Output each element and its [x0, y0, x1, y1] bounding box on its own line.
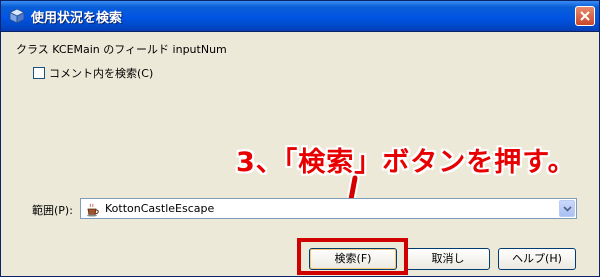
- scope-value: KottonCastleEscape: [105, 202, 215, 215]
- field-description: クラス KCEMain のフィールド inputNum: [16, 43, 227, 56]
- coffee-cup-project-icon: [86, 202, 100, 217]
- title-bar[interactable]: 使用状況を検索: [1, 1, 599, 32]
- scope-dropdown[interactable]: KottonCastleEscape: [80, 198, 577, 219]
- cancel-button[interactable]: 取消し: [406, 248, 490, 270]
- search-button-highlight: [297, 238, 408, 275]
- window-title: 使用状況を検索: [31, 11, 123, 26]
- close-button[interactable]: [575, 6, 595, 26]
- scope-dropdown-button[interactable]: [559, 200, 575, 217]
- chevron-down-icon: [563, 206, 572, 212]
- comment-search-checkbox[interactable]: [33, 67, 45, 79]
- comment-search-label: コメント内を検索(C): [49, 67, 154, 80]
- help-button[interactable]: ヘルプ(H): [498, 248, 576, 270]
- comment-search-option[interactable]: コメント内を検索(C): [33, 65, 153, 81]
- instruction-annotation: 3、「検索」ボタンを押す。: [236, 147, 576, 178]
- dialog-body: クラス KCEMain のフィールド inputNum コメント内を検索(C) …: [4, 32, 596, 275]
- close-icon: [580, 11, 590, 21]
- scope-label: 範囲(P):: [32, 204, 73, 217]
- dialog-window: 使用状況を検索 クラス KCEMain のフィールド inputNum コメント…: [0, 0, 600, 277]
- app-cube-icon: [9, 8, 25, 24]
